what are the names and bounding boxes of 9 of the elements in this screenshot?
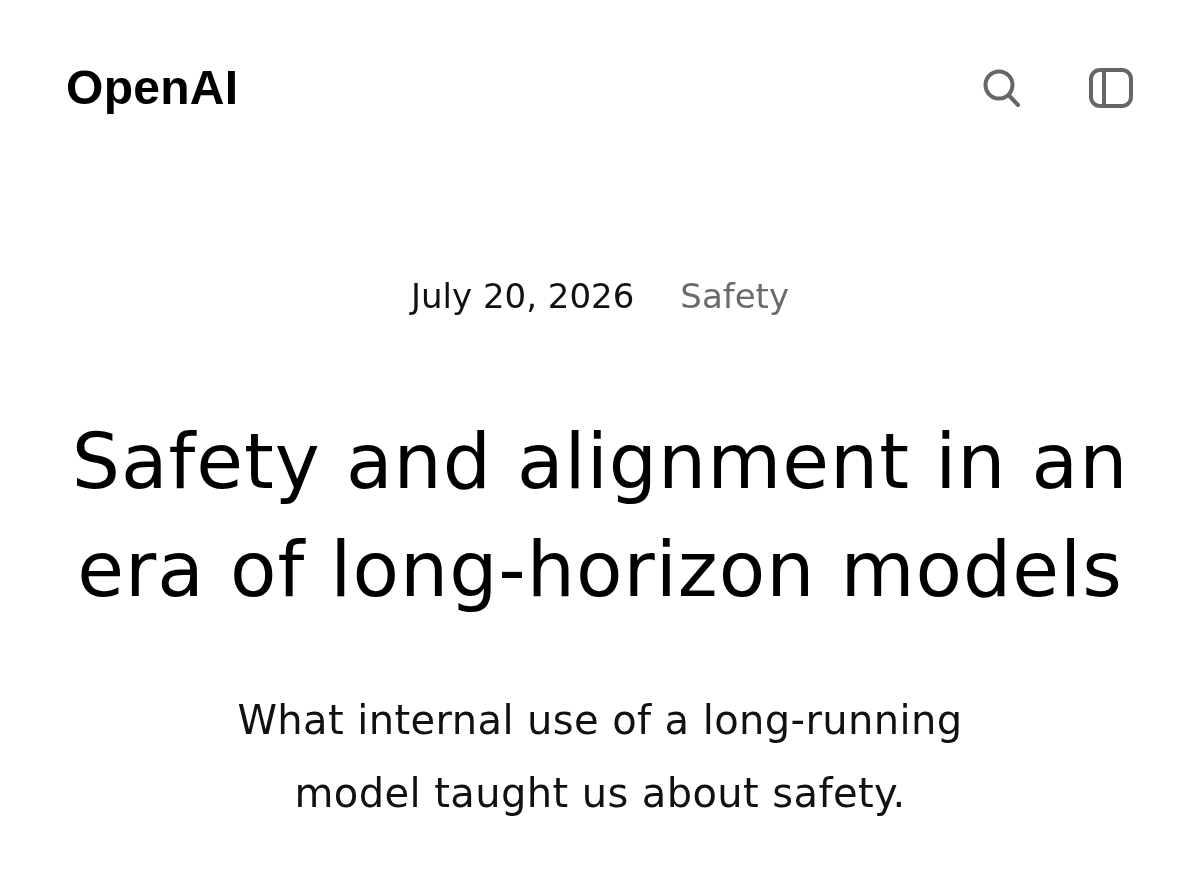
search-icon (983, 68, 1021, 108)
search-button[interactable] (983, 68, 1021, 108)
article-subtitle: What internal use of a long-running model taught us about safety. (236, 696, 964, 818)
sidebar-icon (1089, 68, 1133, 108)
article-title: Safety and alignment in an era of long-horizon models (70, 416, 1130, 616)
publish-date: July 20, 2026 (410, 276, 635, 316)
logo-link[interactable]: OpenAI (66, 62, 239, 114)
sidebar-toggle-button[interactable] (1089, 68, 1133, 108)
category-link[interactable]: Safety (680, 276, 790, 316)
